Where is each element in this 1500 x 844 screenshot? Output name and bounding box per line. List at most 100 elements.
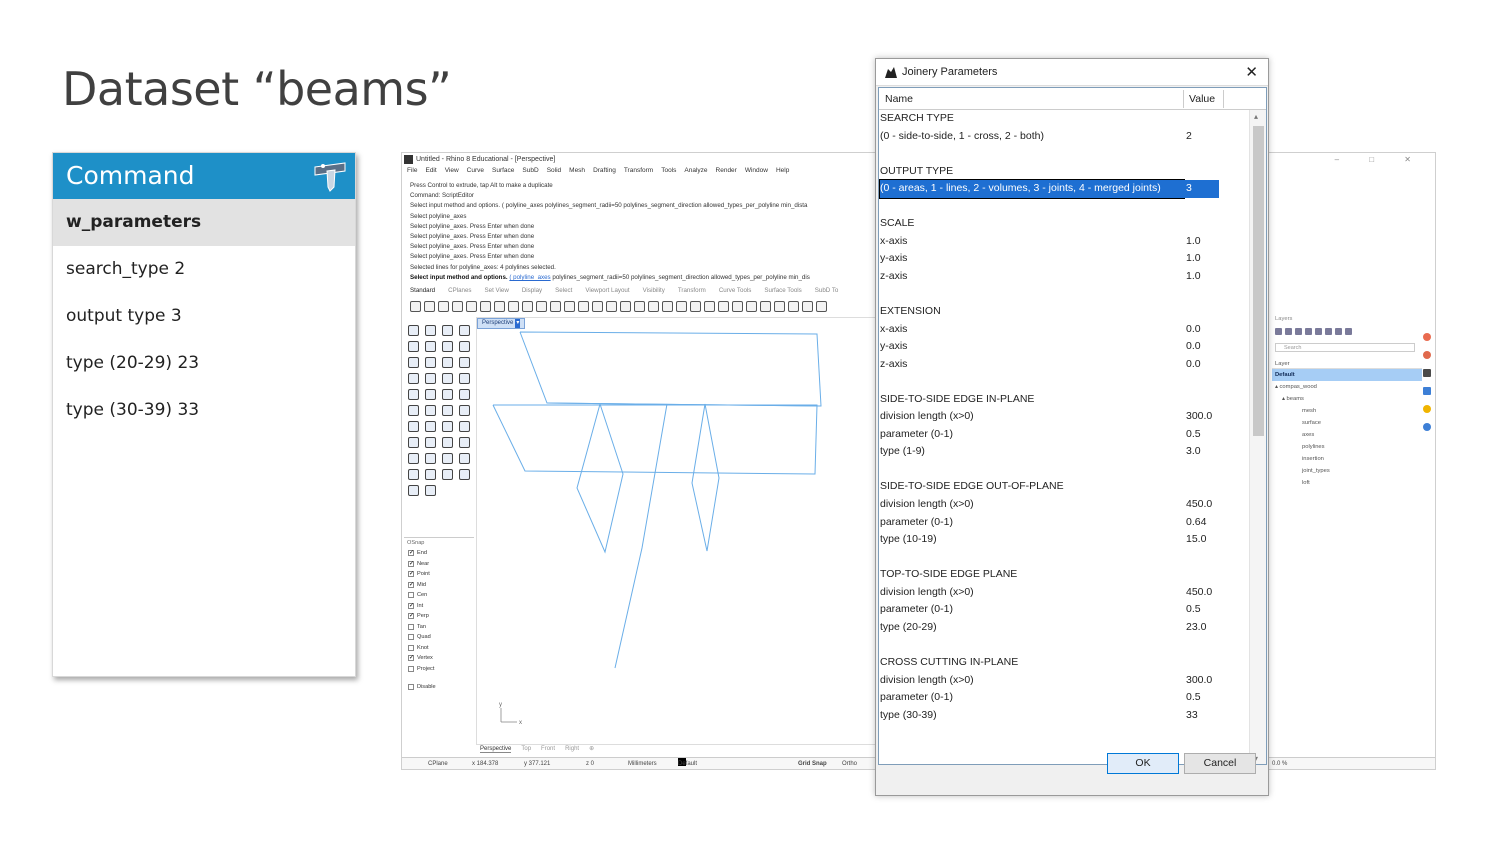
parameter-value[interactable]: 0.5 bbox=[1186, 689, 1201, 707]
layer-row[interactable]: polylines bbox=[1272, 441, 1422, 453]
sidebar-tool-icon[interactable] bbox=[408, 357, 419, 368]
toolbar-tool-icon[interactable] bbox=[592, 301, 603, 312]
osnap-checkbox[interactable]: ✓ bbox=[408, 560, 414, 567]
sidebar-tool-icon[interactable] bbox=[459, 373, 470, 384]
properties-icon[interactable] bbox=[1423, 333, 1431, 341]
parameter-value[interactable]: 450.0 bbox=[1186, 496, 1212, 514]
osnap-checkbox[interactable] bbox=[408, 592, 414, 599]
toolbar-tool-icon[interactable] bbox=[802, 301, 813, 312]
menu-icon[interactable] bbox=[1345, 328, 1352, 335]
layers-search-input[interactable]: Search bbox=[1275, 343, 1415, 352]
toolbar-tool-icon[interactable] bbox=[606, 301, 617, 312]
viewport-tab[interactable]: ⊕ bbox=[589, 746, 594, 752]
osnap-item[interactable]: ✓ Point bbox=[404, 569, 474, 580]
toolbar-tab[interactable]: CPlanes bbox=[448, 287, 471, 294]
parameter-row[interactable] bbox=[879, 198, 1251, 216]
window-controls[interactable]: ‒ □ ✕ bbox=[1335, 153, 1425, 166]
toolbar-tool-icon[interactable] bbox=[466, 301, 477, 312]
parameter-row[interactable]: y-axis 0.0 bbox=[879, 338, 1251, 356]
sidebar-tool-icon[interactable] bbox=[408, 405, 419, 416]
menu-item[interactable]: View bbox=[445, 167, 459, 174]
parameter-row[interactable]: division length (x>0) 450.0 bbox=[879, 496, 1251, 514]
scroll-thumb[interactable] bbox=[1253, 126, 1264, 436]
menu-item[interactable]: File bbox=[407, 167, 417, 174]
parameter-value[interactable]: 33 bbox=[1186, 707, 1198, 725]
toolbar-tool-icon[interactable] bbox=[634, 301, 645, 312]
parameter-value[interactable]: 300.0 bbox=[1186, 672, 1212, 690]
parameter-row[interactable] bbox=[879, 285, 1251, 303]
toolbar-tab[interactable]: Select bbox=[555, 287, 572, 294]
menu-item[interactable]: Edit bbox=[425, 167, 436, 174]
menu-item[interactable]: SubD bbox=[522, 167, 538, 174]
parameter-row[interactable]: division length (x>0) 300.0 bbox=[879, 672, 1251, 690]
materials-icon[interactable] bbox=[1423, 351, 1431, 359]
command-row[interactable]: type (30-39) 33 bbox=[53, 387, 355, 434]
osnap-item[interactable]: Cen bbox=[404, 590, 474, 601]
toolbar-tool-icon[interactable] bbox=[620, 301, 631, 312]
parameter-row[interactable]: OUTPUT TYPE bbox=[879, 163, 1251, 181]
menu-item[interactable]: Render bbox=[716, 167, 737, 174]
osnap-checkbox[interactable] bbox=[408, 644, 414, 651]
osnap-checkbox[interactable] bbox=[408, 634, 414, 641]
parameter-value[interactable]: 2 bbox=[1186, 128, 1192, 146]
toolbar-tab[interactable]: Transform bbox=[678, 287, 706, 294]
parameter-row[interactable]: type (20-29) 23.0 bbox=[879, 619, 1251, 637]
sidebar-tool-icon[interactable] bbox=[425, 341, 436, 352]
toolbar-tab[interactable]: Surface Tools bbox=[764, 287, 801, 294]
osnap-item[interactable]: ✓ Mid bbox=[404, 580, 474, 591]
sidebar-tool-icon[interactable] bbox=[408, 341, 419, 352]
sidebar-tool-icon[interactable] bbox=[459, 437, 470, 448]
parameter-row[interactable] bbox=[879, 373, 1251, 391]
cancel-button[interactable]: Cancel bbox=[1184, 753, 1256, 774]
toolbar-tool-icon[interactable] bbox=[424, 301, 435, 312]
parameter-row[interactable]: type (30-39) 33 bbox=[879, 707, 1251, 725]
parameter-value[interactable]: 3.0 bbox=[1186, 443, 1201, 461]
parameter-value[interactable]: 0.5 bbox=[1186, 601, 1201, 619]
sidebar-tool-icon[interactable] bbox=[459, 469, 470, 480]
sidebar-tool-icon[interactable] bbox=[459, 325, 470, 336]
sidebar-tool-icon[interactable] bbox=[408, 421, 419, 432]
parameter-value[interactable]: 300.0 bbox=[1186, 408, 1212, 426]
move-down-icon[interactable] bbox=[1325, 328, 1332, 335]
sidebar-tool-icon[interactable] bbox=[425, 437, 436, 448]
parameter-row[interactable]: SCALE bbox=[879, 215, 1251, 233]
sidebar-tool-icon[interactable] bbox=[408, 469, 419, 480]
sidebar-tool-icon[interactable] bbox=[425, 373, 436, 384]
lights-icon[interactable] bbox=[1423, 423, 1431, 431]
toolbar-tool-icon[interactable] bbox=[452, 301, 463, 312]
osnap-checkbox[interactable]: ✓ bbox=[408, 550, 414, 557]
ok-button[interactable]: OK bbox=[1107, 753, 1179, 774]
parameter-row[interactable]: y-axis 1.0 bbox=[879, 250, 1251, 268]
osnap-checkbox[interactable]: ✓ bbox=[408, 655, 414, 662]
copy-icon[interactable] bbox=[1305, 328, 1312, 335]
new-layer-icon[interactable] bbox=[1275, 328, 1282, 335]
parameter-value[interactable]: 450.0 bbox=[1186, 584, 1212, 602]
viewport-tab[interactable]: Front bbox=[541, 746, 555, 752]
toolbar-tool-icon[interactable] bbox=[676, 301, 687, 312]
parameter-value[interactable]: 1.0 bbox=[1186, 268, 1201, 286]
sidebar-tool-icon[interactable] bbox=[425, 405, 436, 416]
toolbar-tab[interactable]: Visibility bbox=[643, 287, 665, 294]
osnap-item[interactable]: ✓ Vertex bbox=[404, 653, 474, 664]
parameter-value[interactable]: 1.0 bbox=[1186, 233, 1201, 251]
sidebar-tool-icon[interactable] bbox=[408, 437, 419, 448]
parameter-row[interactable]: parameter (0-1) 0.64 bbox=[879, 514, 1251, 532]
parameter-row[interactable]: SIDE-TO-SIDE EDGE OUT-OF-PLANE bbox=[879, 478, 1251, 496]
parameter-row[interactable]: x-axis 1.0 bbox=[879, 233, 1251, 251]
sidebar-tool-icon[interactable] bbox=[442, 405, 453, 416]
sidebar-tool-icon[interactable] bbox=[408, 373, 419, 384]
column-name[interactable]: Name bbox=[885, 88, 913, 110]
toolbar-tab[interactable]: Set View bbox=[485, 287, 509, 294]
sidebar-tool-icon[interactable] bbox=[425, 421, 436, 432]
sidebar-tool-icon[interactable] bbox=[442, 325, 453, 336]
osnap-checkbox[interactable]: ✓ bbox=[408, 613, 414, 620]
viewport-tab[interactable]: Top bbox=[521, 746, 531, 752]
toolbar-tool-icon[interactable] bbox=[704, 301, 715, 312]
sidebar-tool-icon[interactable] bbox=[442, 453, 453, 464]
parameter-value[interactable]: 0.64 bbox=[1186, 514, 1206, 532]
toolbar-tool-icon[interactable] bbox=[578, 301, 589, 312]
osnap-item[interactable]: Project bbox=[404, 664, 474, 675]
sidebar-tool-icon[interactable] bbox=[442, 469, 453, 480]
parameter-row[interactable]: x-axis 0.0 bbox=[879, 321, 1251, 339]
parameter-row[interactable]: division length (x>0) 450.0 bbox=[879, 584, 1251, 602]
